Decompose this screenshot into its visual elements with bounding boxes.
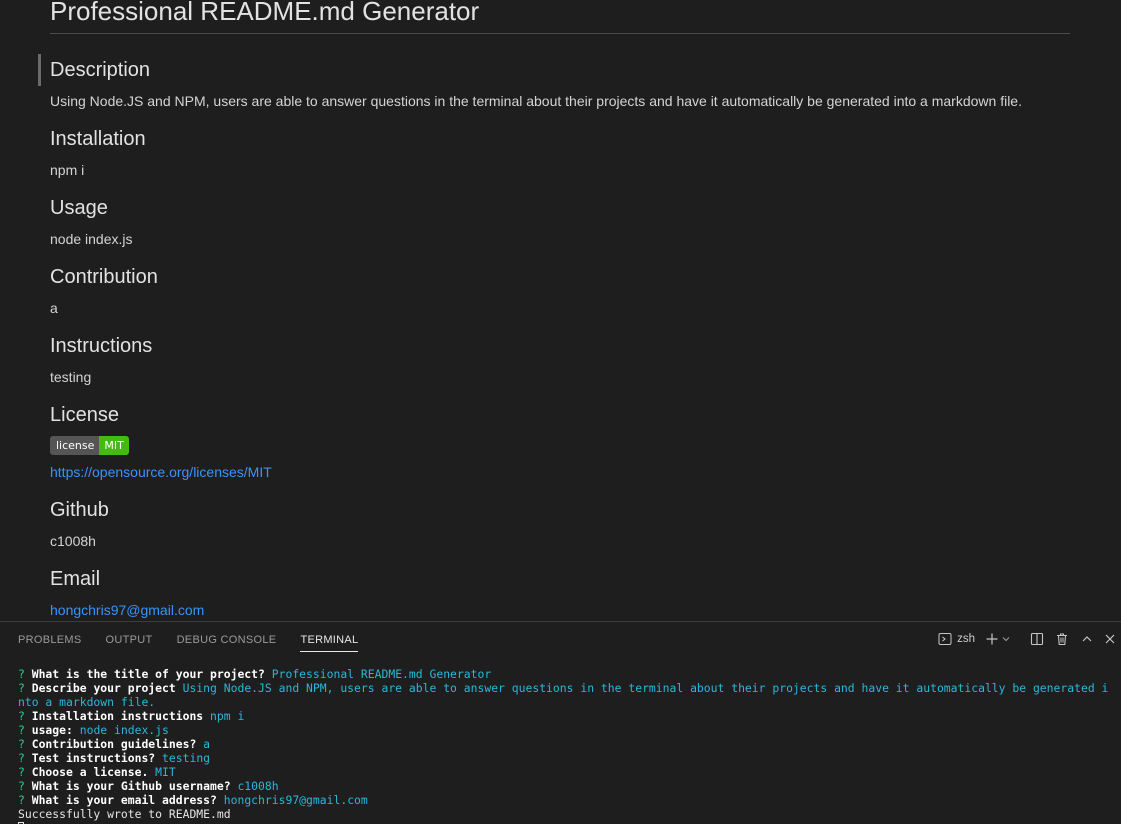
kill-terminal-button[interactable] <box>1049 628 1074 650</box>
active-section-marker <box>38 54 41 86</box>
title-divider <box>50 33 1070 34</box>
badge-value: MIT <box>99 436 129 455</box>
description-text: Using Node.JS and NPM, users are able to… <box>50 93 1022 109</box>
terminal-line: ? Installation instructions npm i <box>18 709 245 723</box>
split-terminal-button[interactable] <box>1024 628 1049 650</box>
usage-heading: Usage <box>50 197 108 219</box>
terminal-line: ? Contribution guidelines? a <box>18 737 211 751</box>
usage-text: node index.js <box>50 231 133 247</box>
email-heading: Email <box>50 568 101 590</box>
shell-name: zsh <box>957 633 975 645</box>
markdown-preview: Professional README.md Generator Descrip… <box>0 0 1121 621</box>
chevron-up-icon <box>1081 633 1093 645</box>
terminal-line: ? What is the title of your project? Pro… <box>18 667 492 681</box>
terminal-output[interactable]: ? What is the title of your project? Pro… <box>18 667 1113 824</box>
close-icon <box>1104 633 1116 645</box>
instructions-text: testing <box>50 369 92 385</box>
terminal-line: ? Describe your project Using Node.JS an… <box>18 681 1109 709</box>
tab-terminal[interactable]: TERMINAL <box>300 632 359 652</box>
badge-label: license <box>50 436 100 455</box>
installation-heading: Installation <box>50 128 146 150</box>
bottom-panel: PROBLEMS OUTPUT DEBUG CONSOLE TERMINAL z… <box>0 621 1121 824</box>
chevron-down-icon <box>1001 634 1011 644</box>
github-username: c1008h <box>50 533 96 549</box>
panel-actions: zsh <box>938 628 1121 650</box>
terminal-dropdown-button[interactable] <box>1000 628 1012 650</box>
terminal-line: ? Test instructions? testing <box>18 751 211 765</box>
terminal-line: ? What is your email address? hongchris9… <box>18 793 368 807</box>
terminal-line: ? What is your Github username? c1008h <box>18 779 279 793</box>
plus-icon <box>985 632 999 646</box>
description-heading: Description <box>50 59 151 81</box>
github-heading: Github <box>50 499 109 521</box>
new-terminal-button[interactable] <box>984 628 1000 650</box>
terminal-shell-selector[interactable]: zsh <box>938 628 975 650</box>
tab-problems[interactable]: PROBLEMS <box>18 632 82 652</box>
terminal-icon <box>938 632 952 646</box>
license-badge: license MIT <box>50 436 129 455</box>
terminal-line: ? Choose a license. MIT <box>18 765 176 779</box>
tab-debug-console[interactable]: DEBUG CONSOLE <box>177 632 277 652</box>
license-heading: License <box>50 404 119 426</box>
instructions-heading: Instructions <box>50 335 153 357</box>
panel-tab-bar: PROBLEMS OUTPUT DEBUG CONSOLE TERMINAL <box>18 632 359 652</box>
installation-text: npm i <box>50 162 85 178</box>
license-link[interactable]: https://opensource.org/licenses/MIT <box>50 464 272 480</box>
terminal-success-line: Successfully wrote to README.md <box>18 807 231 821</box>
maximize-panel-button[interactable] <box>1074 628 1099 650</box>
split-icon <box>1030 632 1044 646</box>
trash-icon <box>1055 632 1069 646</box>
terminal-line: ? usage: node index.js <box>18 723 169 737</box>
close-panel-button[interactable] <box>1099 628 1121 650</box>
contribution-heading: Contribution <box>50 266 158 288</box>
tab-output[interactable]: OUTPUT <box>106 632 153 652</box>
contribution-text: a <box>50 300 58 316</box>
email-link[interactable]: hongchris97@gmail.com <box>50 602 204 618</box>
readme-title: Professional README.md Generator <box>50 0 480 26</box>
